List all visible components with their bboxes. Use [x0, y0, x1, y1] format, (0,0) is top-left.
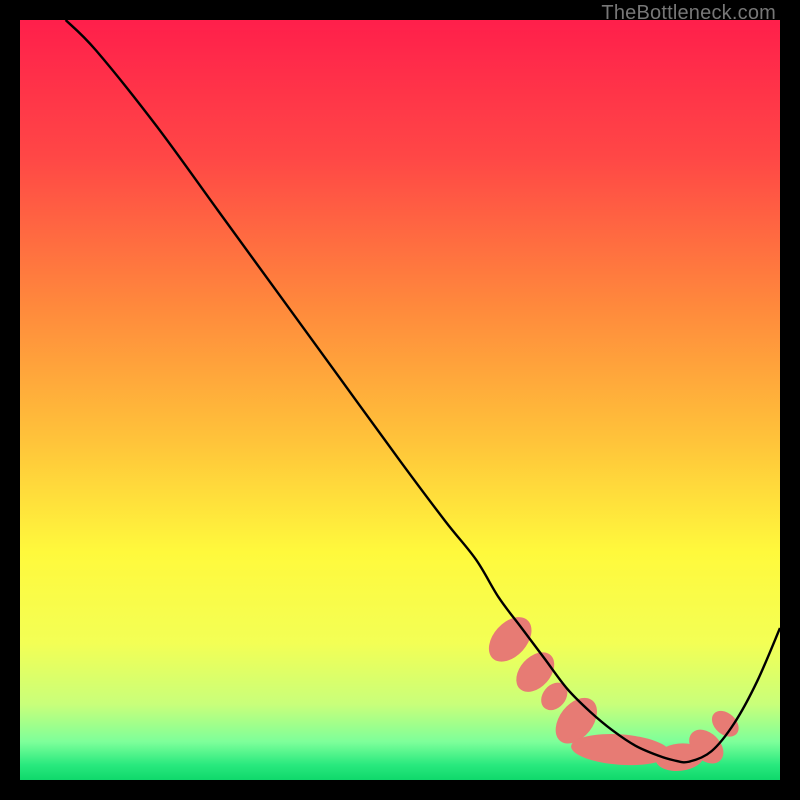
chart-background	[20, 20, 780, 780]
chart-svg	[20, 20, 780, 780]
chart-frame	[20, 20, 780, 780]
